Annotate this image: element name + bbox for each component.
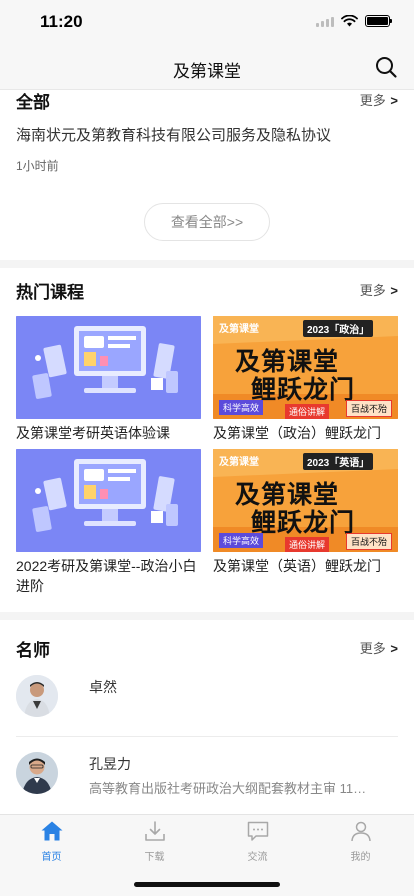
status-time: 11:20 (40, 12, 83, 31)
page-title: 及第课堂 (173, 62, 241, 81)
course-thumbnail[interactable]: 及第课堂 2023「英语」 及第课堂 鲤跃龙门 科学高效 通俗讲解 百战不殆 (213, 449, 398, 552)
home-indicator[interactable] (134, 882, 280, 887)
teachers-title: 名师 (16, 641, 50, 660)
row-divider (16, 736, 398, 737)
avatar[interactable] (16, 752, 58, 794)
profile-icon (350, 821, 371, 842)
view-all-button[interactable]: 查看全部>> (144, 203, 270, 241)
course-title[interactable]: 及第课堂（政治）鲤跃龙门 (213, 423, 401, 443)
poster-brand: 及第课堂 (219, 324, 259, 335)
notices-header: 全部 更多 > (16, 90, 398, 112)
home-icon (41, 821, 62, 841)
home-content[interactable]: 全部 更多 > 海南状元及第教育科技有限公司服务及隐私协议 1小时前 查看全部>… (0, 90, 414, 814)
tab-label: 交流 (247, 852, 268, 863)
teachers-more-link[interactable]: 更多 > (360, 638, 398, 657)
poster-tag: 2023「政治」 (303, 320, 374, 337)
teacher-photo (16, 752, 58, 794)
poster-tag: 2023「英语」 (303, 453, 374, 470)
course-thumbnail[interactable]: 及第课堂 2023「政治」 及第课堂 鲤跃龙门 科学高效 通俗讲解 百战不殆 (213, 316, 398, 419)
search-icon[interactable] (374, 55, 398, 79)
course-title[interactable]: 及第课堂（英语）鲤跃龙门 (213, 556, 401, 576)
hot-courses-more-link[interactable]: 更多 > (360, 280, 398, 299)
status-bar: 11:20 (0, 0, 414, 44)
avatar[interactable] (16, 675, 58, 717)
download-icon (144, 821, 165, 841)
tab-home[interactable]: 首页 (0, 819, 103, 863)
notices-more-link[interactable]: 更多 > (360, 90, 398, 109)
poster-badge: 科学高效 (219, 533, 264, 548)
teacher-name[interactable]: 孔昱力 (89, 754, 131, 774)
tab-label: 我的 (350, 852, 371, 863)
poster-headline-2: 鲤跃龙门 (251, 509, 356, 537)
poster-headline-2: 鲤跃龙门 (251, 376, 356, 404)
course-illustration-icon (16, 316, 201, 419)
notice-item-title[interactable]: 海南状元及第教育科技有限公司服务及隐私协议 (16, 124, 331, 145)
teacher-photo (16, 675, 58, 717)
status-icons (316, 15, 392, 27)
poster-badge: 通俗讲解 (285, 404, 330, 419)
section-divider (0, 260, 414, 268)
tab-chat[interactable]: 交流 (206, 819, 309, 863)
tab-label: 首页 (41, 852, 62, 863)
battery-icon (365, 15, 392, 27)
course-title[interactable]: 及第课堂考研英语体验课 (16, 423, 204, 443)
poster-badge: 百战不殆 (345, 400, 392, 417)
course-thumbnail[interactable] (16, 316, 201, 419)
tab-label: 下载 (144, 852, 165, 863)
section-divider (0, 612, 414, 620)
chat-icon (247, 821, 268, 841)
notices-title: 全部 (16, 93, 50, 112)
poster-brand: 及第课堂 (219, 457, 259, 468)
signal-icon (316, 16, 334, 27)
nav-bar: 及第课堂 (0, 44, 414, 90)
tab-profile[interactable]: 我的 (309, 819, 412, 863)
course-title[interactable]: 2022考研及第课堂--政治小白进阶 (16, 556, 204, 596)
course-thumbnail[interactable] (16, 449, 201, 552)
tab-download[interactable]: 下载 (103, 819, 206, 863)
poster-badge: 科学高效 (219, 400, 264, 415)
teacher-description: 高等教育出版社考研政治大纲配套教材主审 11年… (89, 781, 379, 796)
teachers-header: 名师 更多 > (16, 636, 398, 660)
notice-item-time: 1小时前 (16, 159, 59, 173)
teacher-name[interactable]: 卓然 (89, 677, 117, 697)
poster-badge: 百战不殆 (345, 533, 392, 550)
wifi-icon (341, 15, 358, 27)
poster-badge: 通俗讲解 (285, 537, 330, 552)
hot-courses-header: 热门课程 更多 > (16, 278, 398, 302)
hot-courses-title: 热门课程 (16, 283, 84, 302)
course-illustration-icon (16, 449, 201, 552)
